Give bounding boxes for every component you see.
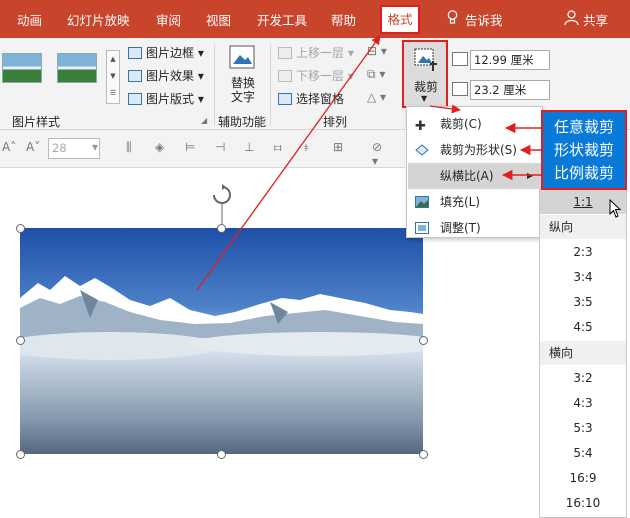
share-button[interactable]: 共享 — [583, 10, 608, 29]
font-size-dropdown-icon[interactable]: ▾ — [92, 140, 108, 156]
annotation-line-ratio: 比例裁剪 — [553, 164, 614, 182]
rotate-handle-icon[interactable] — [210, 183, 234, 227]
tab-developer[interactable]: 开发工具 — [257, 10, 307, 29]
resize-handle-bottom[interactable] — [217, 450, 226, 459]
picture-style-thumb-1[interactable] — [2, 53, 42, 83]
selection-pane-button[interactable]: 选择窗格 — [278, 90, 344, 107]
menu-item-fit[interactable]: 调整(T) — [408, 215, 542, 241]
style-gallery-scroll[interactable]: ▲ ▼ ☰ — [106, 50, 120, 104]
divider — [270, 44, 271, 126]
ratio-16-9[interactable]: 16:9 — [540, 471, 626, 485]
width-field[interactable]: 23.2 厘米 — [470, 80, 550, 100]
annotation-line-crop: 任意裁剪 — [553, 118, 614, 136]
picture-border-icon — [128, 47, 142, 59]
align-bottom-icon[interactable]: ⫼ — [126, 140, 142, 156]
ratio-3-4[interactable]: 3:4 — [540, 270, 626, 284]
width-icon — [452, 82, 468, 96]
distribute-v-icon[interactable]: ⧧ — [303, 140, 319, 156]
selection-pane-icon — [278, 93, 292, 105]
drawing-toolbar: A˄ A˅ 28 ▾ ⫼ ◈ ⊨ ⊣ ⊥ ⧦ ⧧ ⊞ ⊘ ▾ — [0, 130, 405, 168]
tab-format[interactable]: 格式 — [380, 5, 420, 34]
crop-icon: ✚ — [415, 119, 426, 134]
align-center-icon[interactable]: ⊥ — [244, 140, 260, 156]
crop-dropdown-menu: ✚ 裁剪(C) 裁剪为形状(S) 纵横比(A) ▶ 填充(L) 调整(T) — [406, 106, 543, 238]
picture-styles-group-label: 图片样式 — [12, 115, 61, 129]
lightbulb-icon — [447, 10, 458, 24]
landscape-header: 横向 — [540, 341, 626, 365]
annotation-box: 任意裁剪 形状裁剪 比例裁剪 — [541, 110, 627, 190]
resize-handle-bottom-left[interactable] — [16, 450, 25, 459]
merge-shapes-icon[interactable]: ⊘ ▾ — [372, 140, 388, 168]
bring-forward-button[interactable]: 上移一层 ▾ — [278, 44, 354, 61]
height-field[interactable]: 12.99 厘米 — [470, 50, 550, 70]
ratio-4-3[interactable]: 4:3 — [540, 396, 626, 410]
tab-animation[interactable]: 动画 — [17, 10, 42, 29]
accessibility-group-label: 辅助功能 — [218, 115, 267, 129]
ratio-5-3[interactable]: 5:3 — [540, 421, 626, 435]
picture-border-button[interactable]: 图片边框 ▾ — [128, 44, 204, 61]
picture-style-thumb-2[interactable] — [57, 53, 97, 83]
ratio-2-3[interactable]: 2:3 — [540, 245, 626, 259]
picture-layout-icon — [128, 93, 142, 105]
resize-handle-bottom-right[interactable] — [419, 450, 428, 459]
mountain-picture[interactable] — [20, 228, 423, 454]
mouse-cursor-icon — [609, 199, 622, 218]
crop-to-shape-icon — [415, 144, 429, 156]
resize-handle-left[interactable] — [16, 336, 25, 345]
tell-me-search[interactable]: 告诉我 — [465, 10, 503, 29]
dialog-launcher-icon[interactable]: ◢ — [201, 116, 207, 125]
group-button[interactable]: ⧉ ▾ — [367, 67, 385, 82]
ratio-3-5[interactable]: 3:5 — [540, 295, 626, 309]
increase-font-icon[interactable]: A˄ — [2, 140, 18, 156]
annotation-line-shape: 形状裁剪 — [553, 141, 614, 159]
chevron-down-icon: ▼ — [421, 94, 428, 103]
resize-handle-right[interactable] — [419, 336, 428, 345]
decrease-font-icon[interactable]: A˅ — [26, 140, 42, 156]
ratio-5-4[interactable]: 5:4 — [540, 446, 626, 460]
title-bar: 动画 幻灯片放映 审阅 视图 开发工具 帮助 格式 告诉我 共享 — [0, 0, 630, 38]
rotate-button[interactable]: △ ▾ — [367, 90, 386, 104]
fit-icon — [415, 222, 429, 234]
mountain-scene — [20, 228, 423, 454]
crop-icon — [414, 48, 437, 71]
crop-button[interactable]: 裁剪 ▼ — [402, 40, 448, 108]
menu-item-crop-to-shape[interactable]: 裁剪为形状(S) — [408, 137, 542, 163]
menu-item-fill[interactable]: 填充(L) — [408, 189, 542, 215]
ratio-4-5[interactable]: 4:5 — [540, 320, 626, 334]
send-backward-icon — [278, 70, 292, 82]
shape-fill-icon[interactable]: ◈ — [155, 140, 171, 156]
menu-item-crop[interactable]: ✚ 裁剪(C) — [408, 111, 542, 137]
tab-view[interactable]: 视图 — [206, 10, 231, 29]
divider — [214, 44, 215, 126]
tab-review[interactable]: 审阅 — [156, 10, 181, 29]
picture-layout-button[interactable]: 图片版式 ▾ — [128, 90, 204, 107]
arrange-group-label: 排列 — [323, 115, 348, 129]
resize-handle-top-left[interactable] — [16, 224, 25, 233]
tab-slideshow[interactable]: 幻灯片放映 — [67, 10, 130, 29]
align-button[interactable]: ⊟ ▾ — [367, 44, 387, 58]
picture-effects-button[interactable]: 图片效果 ▾ — [128, 67, 204, 84]
bring-forward-icon — [278, 47, 292, 59]
ratio-3-2[interactable]: 3:2 — [540, 371, 626, 385]
align-middle-icon[interactable]: ⊞ — [333, 140, 349, 156]
alt-text-icon — [229, 45, 255, 69]
send-backward-button[interactable]: 下移一层 ▾ — [278, 67, 354, 84]
fill-icon — [415, 196, 429, 208]
submenu-arrow-icon: ▶ — [527, 171, 534, 180]
picture-effects-icon — [128, 70, 142, 82]
align-left-icon[interactable]: ⊨ — [185, 140, 201, 156]
alt-text-button[interactable]: 替换 文字 — [231, 76, 255, 104]
height-icon — [452, 52, 468, 66]
menu-item-aspect-ratio[interactable]: 纵横比(A) ▶ — [408, 163, 542, 189]
distribute-h-icon[interactable]: ⧦ — [274, 140, 290, 156]
align-right-icon[interactable]: ⊣ — [215, 140, 231, 156]
user-icon — [564, 10, 579, 25]
tab-help[interactable]: 帮助 — [331, 10, 356, 29]
ratio-16-10[interactable]: 16:10 — [540, 496, 626, 510]
aspect-ratio-submenu: 1:1 纵向 2:3 3:4 3:5 4:5 横向 3:2 4:3 5:3 5:… — [539, 189, 627, 518]
crop-label: 裁剪 — [414, 80, 439, 94]
